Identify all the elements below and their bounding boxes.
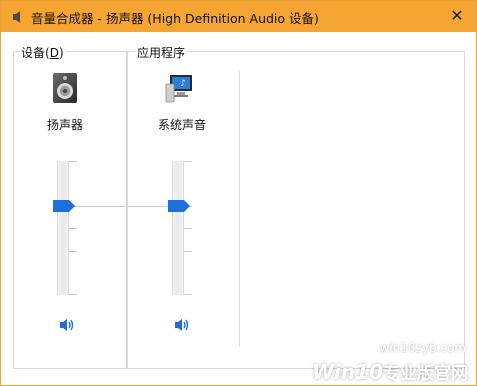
watermark-brand: Win10专业版官网 [312, 360, 468, 384]
device-volume-slider[interactable] [57, 161, 69, 295]
app-name: 系统声音 [157, 118, 206, 132]
title-bar[interactable]: 音量合成器 - 扬声器 (High Definition Audio 设备) ✕ [1, 1, 476, 32]
speaker-device-icon[interactable] [49, 72, 81, 104]
device-slider-tick [69, 161, 77, 162]
svg-text:♪: ♪ [180, 79, 186, 89]
close-button[interactable]: ✕ [446, 5, 468, 27]
app-slider-tick [184, 251, 192, 252]
speaker-mute-icon[interactable] [59, 317, 75, 333]
app-slider-tick [184, 294, 192, 295]
device-slider-tick [69, 294, 77, 295]
app-volume-slider[interactable] [172, 161, 184, 295]
app-volume-thumb[interactable] [168, 200, 190, 212]
device-name: 扬声器 [46, 118, 83, 132]
applications-group-label: 应用程序 [135, 44, 188, 61]
volume-mixer-window: 音量合成器 - 扬声器 (High Definition Audio 设备) ✕… [0, 0, 477, 386]
window-title: 音量合成器 - 扬声器 (High Definition Audio 设备) [31, 11, 319, 26]
devices-group-label: 设备(D) [19, 44, 66, 61]
speaker-mute-icon[interactable] [174, 317, 190, 333]
app-slider-tick [184, 161, 192, 162]
close-icon: ✕ [450, 6, 464, 25]
speaker-icon [13, 11, 20, 23]
device-slider-tick [69, 228, 77, 229]
device-slider-tick [69, 251, 77, 252]
app-column-divider [239, 71, 240, 347]
device-volume-thumb[interactable] [53, 200, 75, 212]
watermark-url: win10zyb.com [379, 341, 466, 355]
app-slider-tick [184, 228, 192, 229]
system-sounds-icon[interactable]: ♪ [164, 72, 196, 104]
